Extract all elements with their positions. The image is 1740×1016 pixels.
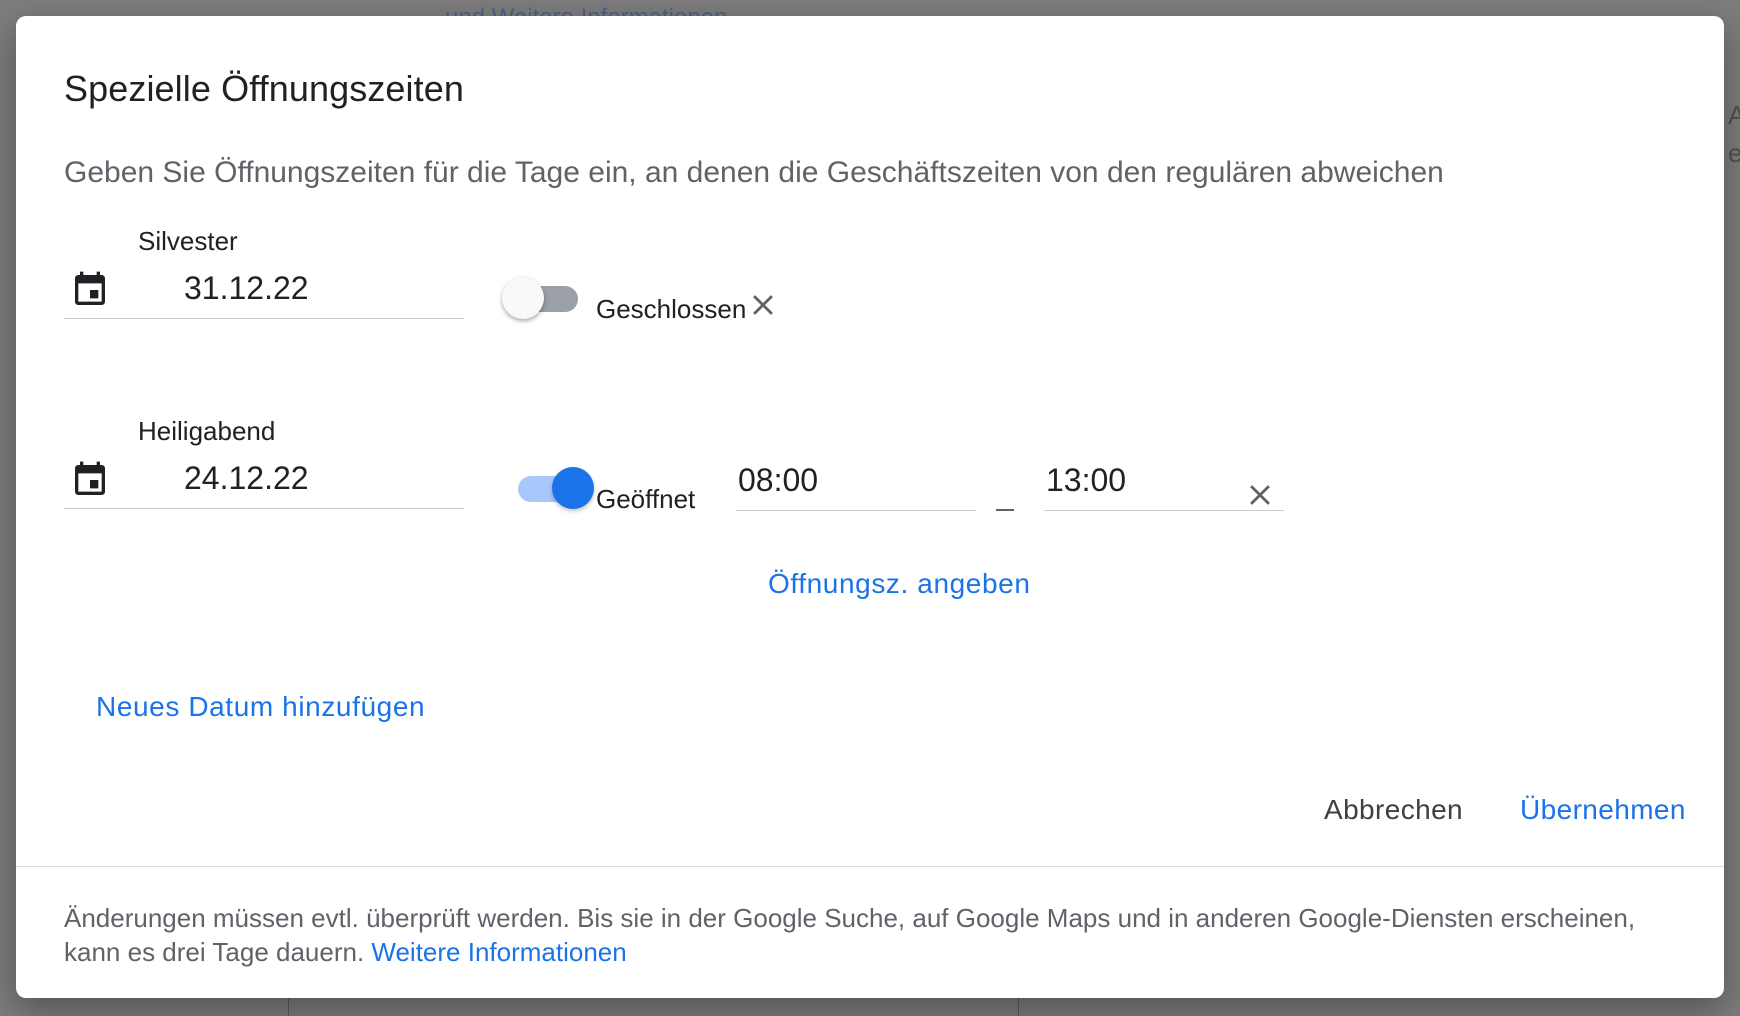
dialog-footer: Änderungen müssen evtl. überprüft werden… [16,866,1724,998]
toggle-knob [502,277,544,319]
cancel-button[interactable]: Abbrechen [1324,794,1463,826]
special-hours-dialog: Spezielle Öffnungszeiten Geben Sie Öffnu… [16,16,1724,998]
open-closed-toggle[interactable] [502,466,594,510]
date-value[interactable]: 31.12.22 [184,270,309,307]
date-field-heiligabend[interactable]: 24.12.22 [64,454,464,509]
background-divider [288,998,289,1016]
toggle-knob [552,467,594,509]
calendar-icon[interactable] [70,458,110,502]
footer-notice-text: Änderungen müssen evtl. überprüft werden… [64,903,1636,967]
state-label-closed: Geschlossen [596,294,747,324]
add-hours-link[interactable]: Öffnungsz. angeben [768,568,1031,600]
background-text-fragment: e [1728,138,1740,168]
open-closed-toggle[interactable] [502,276,594,320]
close-icon[interactable] [746,288,780,322]
state-label-open: Geöffnet [596,484,696,514]
opening-time-value[interactable]: 08:00 [738,462,818,499]
entry-label-silvester: Silvester [138,226,238,256]
footer-notice: Änderungen müssen evtl. überprüft werden… [64,901,1664,969]
background-text-fragment: A [1728,100,1740,130]
opening-time-field[interactable]: 08:00 [736,456,976,511]
close-icon[interactable] [1243,478,1277,512]
calendar-icon[interactable] [70,268,110,312]
add-new-date-link[interactable]: Neues Datum hinzufügen [96,691,425,723]
entry-label-heiligabend: Heiligabend [138,416,276,446]
background-divider [1018,998,1019,1016]
dialog-subtitle: Geben Sie Öffnungszeiten für die Tage ei… [64,156,1444,189]
dialog-title: Spezielle Öffnungszeiten [64,68,464,109]
date-field-silvester[interactable]: 31.12.22 [64,264,464,319]
time-range-separator [996,509,1014,511]
closing-time-value[interactable]: 13:00 [1046,462,1126,499]
date-value[interactable]: 24.12.22 [184,460,309,497]
apply-button[interactable]: Übernehmen [1520,794,1686,826]
more-info-link[interactable]: Weitere Informationen [371,937,626,967]
